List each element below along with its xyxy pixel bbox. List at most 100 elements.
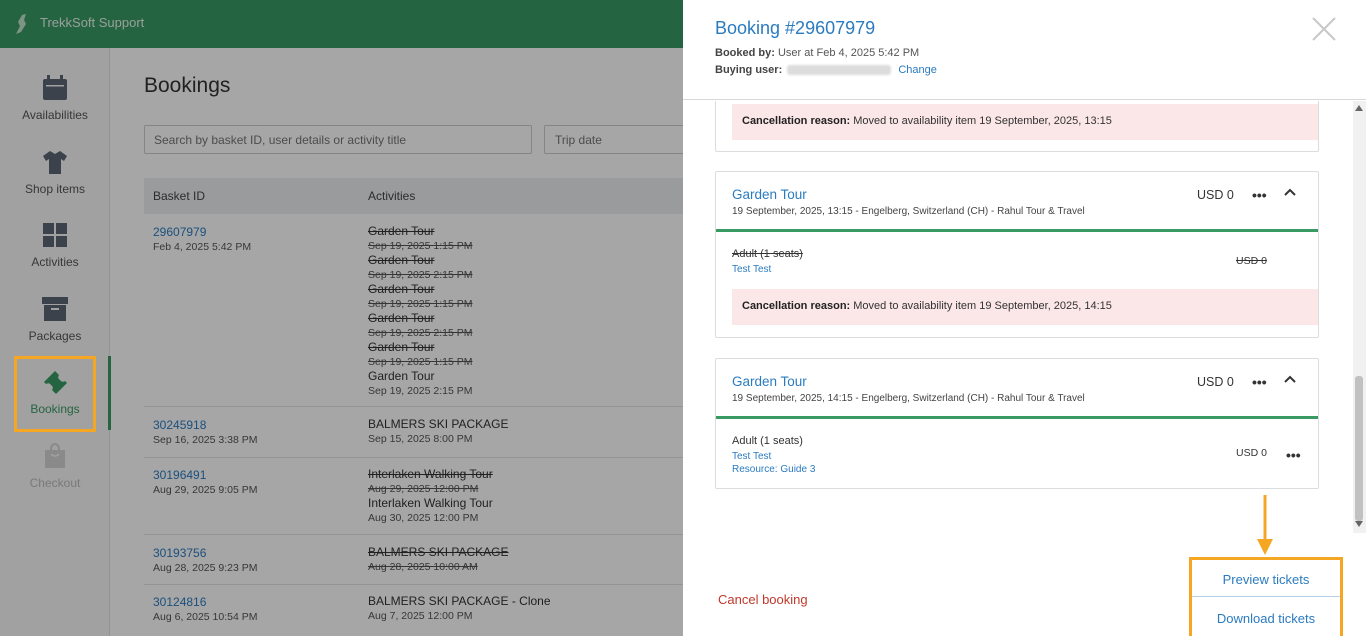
more-options-icon[interactable]: •••: [1252, 188, 1267, 202]
card-header: Garden Tour 19 September, 2025, 13:15 - …: [716, 172, 1318, 232]
activity-title: Garden Tour: [368, 224, 435, 238]
card-activity-title[interactable]: Garden Tour: [732, 187, 807, 202]
activities-list: BALMERS SKI PACKAGE - Clone Aug 7, 2025 …: [368, 594, 551, 623]
card-price: USD 0: [1197, 188, 1234, 202]
activity-title: BALMERS SKI PACKAGE - Clone: [368, 594, 551, 608]
panel-scroll-area[interactable]: Cancellation reason: Moved to availabili…: [683, 101, 1366, 533]
booked-by-label: Booked by:: [715, 47, 775, 59]
preview-tickets-button[interactable]: Preview tickets: [1192, 560, 1340, 597]
download-tickets-button[interactable]: Download tickets: [1192, 599, 1340, 636]
activity-title: Garden Tour: [368, 282, 435, 296]
card-subtitle: 19 September, 2025, 14:15 - Engelberg, S…: [732, 393, 1085, 404]
activity-title: Interlaken Walking Tour: [368, 496, 493, 510]
activity-date: Aug 28, 2025 10:00 AM: [368, 561, 478, 573]
panel-scrollbar[interactable]: [1353, 101, 1366, 533]
sidebar-item-label: Shop items: [24, 182, 86, 196]
sidebar-item-label: Checkout: [29, 476, 81, 490]
cancellation-label: Cancellation reason:: [742, 300, 851, 312]
basket-date: Aug 29, 2025 9:05 PM: [153, 484, 258, 496]
highlight-box-bookings: [14, 356, 96, 432]
basket-id-link[interactable]: 30245918: [153, 417, 258, 433]
activity-title: BALMERS SKI PACKAGE: [368, 417, 509, 431]
activity-date: Sep 19, 2025 1:15 PM: [368, 298, 473, 310]
activity-date: Sep 19, 2025 2:15 PM: [368, 269, 473, 281]
chevron-up-icon[interactable]: [1284, 374, 1296, 386]
basket-id-link[interactable]: 30196491: [153, 467, 258, 483]
booking-card-partial: Cancellation reason: Moved to availabili…: [715, 101, 1319, 152]
activity-date: Sep 19, 2025 2:15 PM: [368, 327, 473, 339]
activity-date: Aug 30, 2025 12:00 PM: [368, 512, 479, 524]
change-user-link[interactable]: Change: [898, 64, 937, 76]
card-activity-title[interactable]: Garden Tour: [732, 374, 807, 389]
activities-list: Interlaken Walking Tour Aug 29, 2025 12:…: [368, 467, 493, 525]
sidebar-item-activities[interactable]: Activities: [0, 221, 110, 291]
cancellation-text: Moved to availability item 19 September,…: [853, 300, 1112, 312]
panel-header: Booking #29607979 Booked by: User at Feb…: [683, 0, 1366, 100]
line-item-options-icon[interactable]: •••: [1286, 448, 1301, 462]
card-header: Garden Tour 19 September, 2025, 14:15 - …: [716, 359, 1318, 419]
basket-id-link[interactable]: 30193756: [153, 545, 258, 561]
activity-date: Sep 15, 2025 8:00 PM: [368, 433, 473, 445]
booking-card: Garden Tour 19 September, 2025, 14:15 - …: [715, 358, 1319, 489]
shirt-icon: [43, 151, 67, 174]
activity-date: Aug 29, 2025 12:00 PM: [368, 483, 479, 495]
sidebar-item-checkout[interactable]: Checkout: [0, 442, 110, 512]
scrollbar-thumb[interactable]: [1355, 376, 1363, 521]
cancel-booking-link[interactable]: Cancel booking: [718, 592, 808, 607]
line-item-name: Adult (1 seats): [732, 248, 803, 260]
scroll-up-arrow-icon[interactable]: [1355, 105, 1363, 111]
card-price: USD 0: [1197, 375, 1234, 389]
activity-title: Garden Tour: [368, 369, 435, 383]
activities-list: BALMERS SKI PACKAGE Sep 15, 2025 8:00 PM: [368, 417, 509, 446]
activity-date: Sep 19, 2025 1:15 PM: [368, 240, 473, 252]
buying-user-line: Buying user: Change: [715, 64, 937, 76]
activity-date: Sep 19, 2025 1:15 PM: [368, 356, 473, 368]
app-title: TrekkSoft Support: [40, 15, 145, 30]
annotation-arrow-icon: [1257, 495, 1273, 555]
activity-title: Garden Tour: [368, 253, 435, 267]
basket-id-link[interactable]: 29607979: [153, 224, 251, 240]
buying-user-label: Buying user:: [715, 64, 783, 76]
cancellation-label: Cancellation reason:: [742, 115, 851, 127]
column-header-basket-id: Basket ID: [153, 189, 206, 203]
basket-date: Feb 4, 2025 5:42 PM: [153, 241, 252, 253]
sidebar: Availabilities Shop items Activities Pac…: [0, 48, 110, 636]
close-icon[interactable]: [1311, 16, 1337, 42]
sidebar-item-label: Activities: [31, 255, 79, 269]
calendar-icon: [43, 75, 67, 100]
activity-date: Aug 7, 2025 12:00 PM: [368, 610, 473, 622]
tickets-highlight-box: Preview tickets Download tickets: [1189, 557, 1343, 636]
grid-icon: [43, 223, 67, 247]
more-options-icon[interactable]: •••: [1252, 375, 1267, 389]
line-item-price: USD 0: [1236, 255, 1267, 267]
line-item-name: Adult (1 seats): [732, 435, 803, 447]
activity-title: Garden Tour: [368, 340, 435, 354]
sidebar-item-label: Availabilities: [22, 108, 88, 122]
booking-card: Garden Tour 19 September, 2025, 13:15 - …: [715, 171, 1319, 338]
sidebar-item-shop-items[interactable]: Shop items: [0, 148, 110, 218]
basket-date: Aug 28, 2025 9:23 PM: [153, 562, 258, 574]
redacted-email: [787, 65, 892, 76]
cancellation-text: Moved to availability item 19 September,…: [853, 115, 1112, 127]
chevron-up-icon[interactable]: [1284, 187, 1296, 199]
line-item-customer[interactable]: Test Test: [732, 451, 771, 462]
page-title: Bookings: [144, 74, 231, 97]
sidebar-item-availabilities[interactable]: Availabilities: [0, 74, 110, 144]
bag-icon: [45, 442, 65, 468]
card-subtitle: 19 September, 2025, 13:15 - Engelberg, S…: [732, 206, 1085, 217]
basket-id-link[interactable]: 30124816: [153, 594, 258, 610]
activity-title: Garden Tour: [368, 311, 435, 325]
activities-list: BALMERS SKI PACKAGE Aug 28, 2025 10:00 A…: [368, 545, 509, 574]
scroll-down-arrow-icon[interactable]: [1355, 521, 1363, 527]
line-item-resource: Resource: Guide 3: [732, 464, 816, 475]
booked-by-value: User at Feb 4, 2025 5:42 PM: [777, 47, 920, 59]
line-item-price: USD 0: [1236, 447, 1267, 459]
sidebar-item-packages[interactable]: Packages: [0, 295, 110, 365]
search-input[interactable]: [144, 125, 532, 154]
activity-date: Sep 19, 2025 2:15 PM: [368, 385, 473, 397]
cancellation-reason: Cancellation reason: Moved to availabili…: [732, 289, 1318, 325]
sidebar-item-label: Packages: [28, 329, 82, 343]
line-item-customer[interactable]: Test Test: [732, 264, 771, 275]
box-icon: [42, 297, 68, 321]
column-header-activities: Activities: [368, 189, 416, 203]
